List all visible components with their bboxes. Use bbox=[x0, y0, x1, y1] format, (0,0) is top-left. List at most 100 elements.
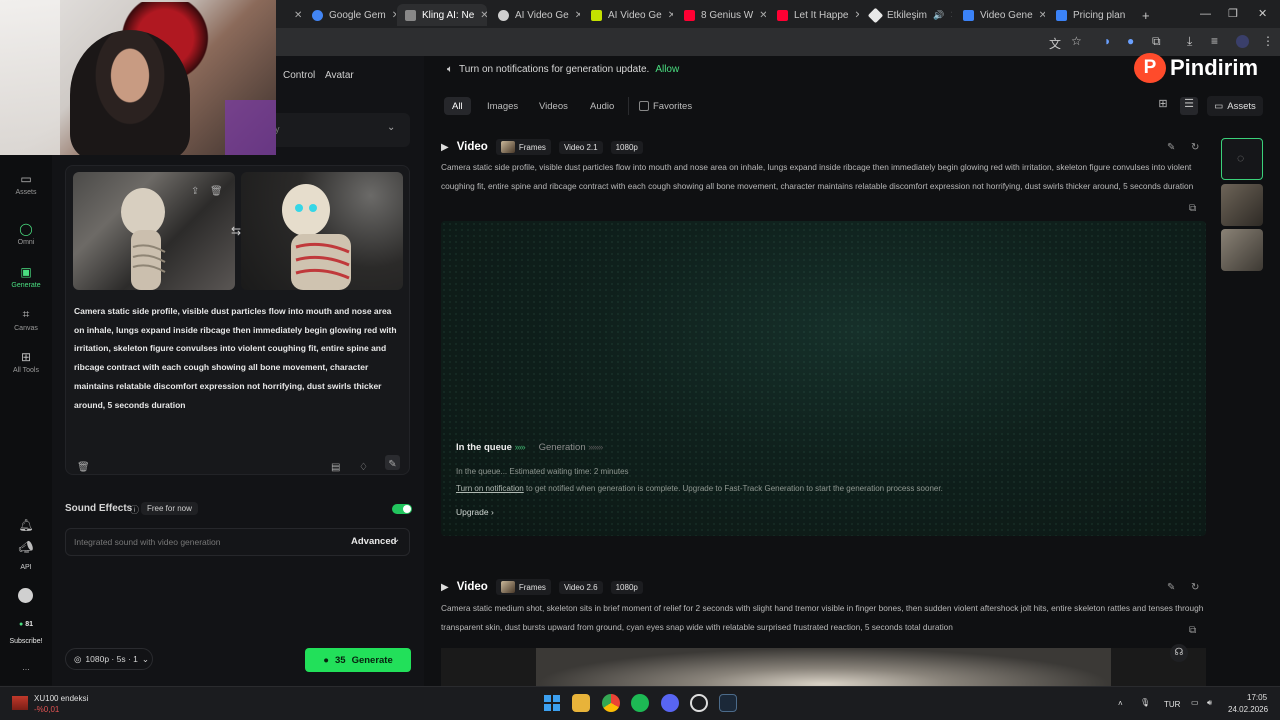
clock-time[interactable]: 17:05 bbox=[1247, 693, 1267, 702]
kebab-menu-icon[interactable]: ⋮ bbox=[1262, 34, 1274, 48]
bulb-icon[interactable]: ♢ bbox=[359, 457, 368, 475]
list-view-icon[interactable]: ☰ bbox=[1180, 97, 1198, 115]
share-icon[interactable]: ⇪ bbox=[191, 181, 199, 199]
close-icon[interactable]: ✕ bbox=[854, 10, 859, 21]
filter-audio[interactable]: Audio bbox=[582, 97, 622, 115]
translate-icon[interactable]: 文 bbox=[1049, 35, 1061, 52]
rail-label: Canvas bbox=[14, 325, 38, 332]
close-icon[interactable]: ✕ bbox=[668, 10, 673, 21]
thumb-2[interactable] bbox=[1221, 229, 1263, 271]
tab-8[interactable]: Pricing plan✕ bbox=[1048, 4, 1130, 26]
rail-item-omni[interactable]: ◯ Omni bbox=[0, 222, 52, 246]
edit-icon[interactable]: ✎ bbox=[1167, 582, 1175, 593]
steam-icon[interactable] bbox=[719, 694, 737, 712]
support-icon[interactable]: ☊ bbox=[1170, 644, 1188, 662]
close-icon[interactable]: ✕ bbox=[950, 10, 952, 21]
frames-label: Frames bbox=[518, 582, 546, 592]
swap-icon[interactable]: ⇆ bbox=[231, 224, 241, 238]
tab-3[interactable]: AI Video Ge ✕ bbox=[583, 4, 673, 26]
generate-button[interactable]: ● 35 Generate bbox=[305, 648, 411, 672]
bell-icon[interactable]: 🔔︎ bbox=[0, 518, 52, 535]
api-link[interactable]: API bbox=[0, 564, 52, 571]
close-icon[interactable]: ✕ bbox=[392, 10, 396, 21]
tab-6[interactable]: Etkileşim 🔊 ✕ bbox=[862, 4, 952, 26]
avatar[interactable] bbox=[1236, 35, 1249, 48]
ticker-name[interactable]: XU100 endeksi bbox=[34, 694, 88, 703]
sound-input[interactable]: Integrated sound with video generation A… bbox=[65, 528, 410, 556]
copy-icon[interactable]: ⧉ bbox=[1189, 625, 1196, 636]
clock-date[interactable]: 24.02.2026 bbox=[1228, 705, 1268, 714]
user-avatar[interactable] bbox=[18, 588, 33, 603]
windows-start-icon[interactable] bbox=[543, 694, 561, 712]
end-frame-image[interactable] bbox=[241, 172, 403, 290]
frames-label: Frames bbox=[518, 142, 546, 152]
delete-prompt-icon[interactable]: 🗑︎ bbox=[77, 457, 90, 475]
star-icon[interactable]: ☆ bbox=[1071, 34, 1082, 48]
megaphone-icon[interactable]: 📣︎ bbox=[0, 540, 52, 557]
tab-4[interactable]: 8 Genius W ✕ bbox=[676, 4, 766, 26]
upgrade-link[interactable]: Upgrade › bbox=[456, 507, 494, 517]
thumb-1[interactable] bbox=[1221, 184, 1263, 226]
minimize-icon[interactable]: — bbox=[1200, 8, 1211, 20]
tab-avatar[interactable]: Avatar bbox=[325, 70, 354, 81]
file-explorer-icon[interactable] bbox=[572, 694, 590, 712]
tab-2[interactable]: AI Video Ge ✕ bbox=[490, 4, 580, 26]
video-preview[interactable] bbox=[441, 648, 1206, 688]
turn-on-notification-link[interactable]: Turn on notification bbox=[456, 484, 524, 493]
chrome-icon[interactable] bbox=[602, 694, 620, 712]
openai-icon[interactable] bbox=[690, 694, 708, 712]
thumb-pending[interactable]: ◌ bbox=[1221, 138, 1263, 180]
close-icon[interactable]: ✕ bbox=[1039, 10, 1045, 21]
filter-videos[interactable]: Videos bbox=[531, 97, 576, 115]
rail-item-canvas[interactable]: ⌗ Canvas bbox=[0, 307, 52, 332]
edit-icon[interactable]: ✎ bbox=[1167, 142, 1175, 153]
new-tab-button[interactable]: + bbox=[1134, 4, 1154, 26]
menu-lines-icon[interactable]: ≡ bbox=[1211, 34, 1218, 48]
settings-pill[interactable]: ◎ 1080p · 5s · 1 ⌄ bbox=[65, 648, 153, 670]
rail-item-generate[interactable]: ▣ Generate bbox=[0, 265, 52, 289]
retry-icon[interactable]: ↻ bbox=[1191, 582, 1199, 593]
save-prompt-icon[interactable]: ▤ bbox=[331, 457, 340, 475]
assets-button[interactable]: ▭ Assets bbox=[1207, 96, 1263, 116]
profile-ext-icon[interactable]: ● bbox=[1127, 34, 1134, 48]
spotify-icon[interactable] bbox=[631, 694, 649, 712]
tab-label: Kling AI: Ne bbox=[422, 9, 475, 21]
window-close-icon[interactable]: ✕ bbox=[1258, 7, 1267, 20]
tab-close-icon[interactable]: ✕ bbox=[286, 4, 302, 26]
extension-icon[interactable]: ◗ bbox=[1104, 34, 1111, 48]
filter-all[interactable]: All bbox=[444, 97, 471, 115]
tab-0[interactable]: Google Gem ✕ bbox=[304, 4, 396, 26]
retry-icon[interactable]: ↻ bbox=[1191, 142, 1199, 153]
grid-view-icon[interactable]: ⊞ bbox=[1154, 97, 1172, 115]
language-indicator[interactable]: TUR bbox=[1164, 700, 1180, 709]
more-icon[interactable]: ... bbox=[0, 662, 52, 672]
chevron-up-icon[interactable]: ˄ bbox=[1118, 699, 1123, 708]
puzzle-icon[interactable]: ⧉ bbox=[1152, 34, 1161, 49]
enhance-icon[interactable]: ✎ bbox=[385, 455, 400, 470]
mic-icon[interactable]: 🎙︎ bbox=[1140, 698, 1150, 707]
allow-link[interactable]: Allow bbox=[655, 64, 679, 75]
rail-item-assets[interactable]: ▭ Assets bbox=[0, 172, 52, 196]
favorites-checkbox[interactable]: Favorites bbox=[631, 97, 700, 115]
trash-icon[interactable]: 🗑︎ bbox=[210, 181, 223, 199]
sound-toggle[interactable] bbox=[392, 504, 412, 514]
volume-icon[interactable]: 🔊︎ bbox=[1207, 698, 1212, 708]
info-icon[interactable]: ⓘ bbox=[130, 503, 139, 516]
download-icon[interactable]: ⤓ bbox=[1187, 34, 1192, 49]
rail-item-all-tools[interactable]: ⊞ All Tools bbox=[0, 350, 52, 374]
advanced-dropdown[interactable]: Advanced bbox=[351, 536, 396, 547]
tab-7[interactable]: Video Gene ✕ bbox=[955, 4, 1045, 26]
tab-5[interactable]: Let It Happe ✕ bbox=[769, 4, 859, 26]
tab-1[interactable]: Kling AI: Ne ✕ bbox=[397, 4, 487, 26]
filter-images[interactable]: Images bbox=[479, 97, 526, 115]
close-icon[interactable]: ✕ bbox=[480, 10, 487, 21]
monitor-icon[interactable]: ▭ bbox=[1191, 698, 1199, 707]
close-icon[interactable]: ✕ bbox=[759, 10, 766, 21]
prompt-text[interactable]: Camera static side profile, visible dust… bbox=[74, 302, 402, 414]
discord-icon[interactable] bbox=[661, 694, 679, 712]
subscribe-link[interactable]: Subscribe! bbox=[0, 638, 52, 645]
tab-control[interactable]: Control bbox=[283, 70, 315, 81]
close-icon[interactable]: ✕ bbox=[575, 10, 580, 21]
copy-icon[interactable]: ⧉ bbox=[1189, 203, 1196, 214]
maximize-icon[interactable]: ❐ bbox=[1228, 7, 1238, 20]
